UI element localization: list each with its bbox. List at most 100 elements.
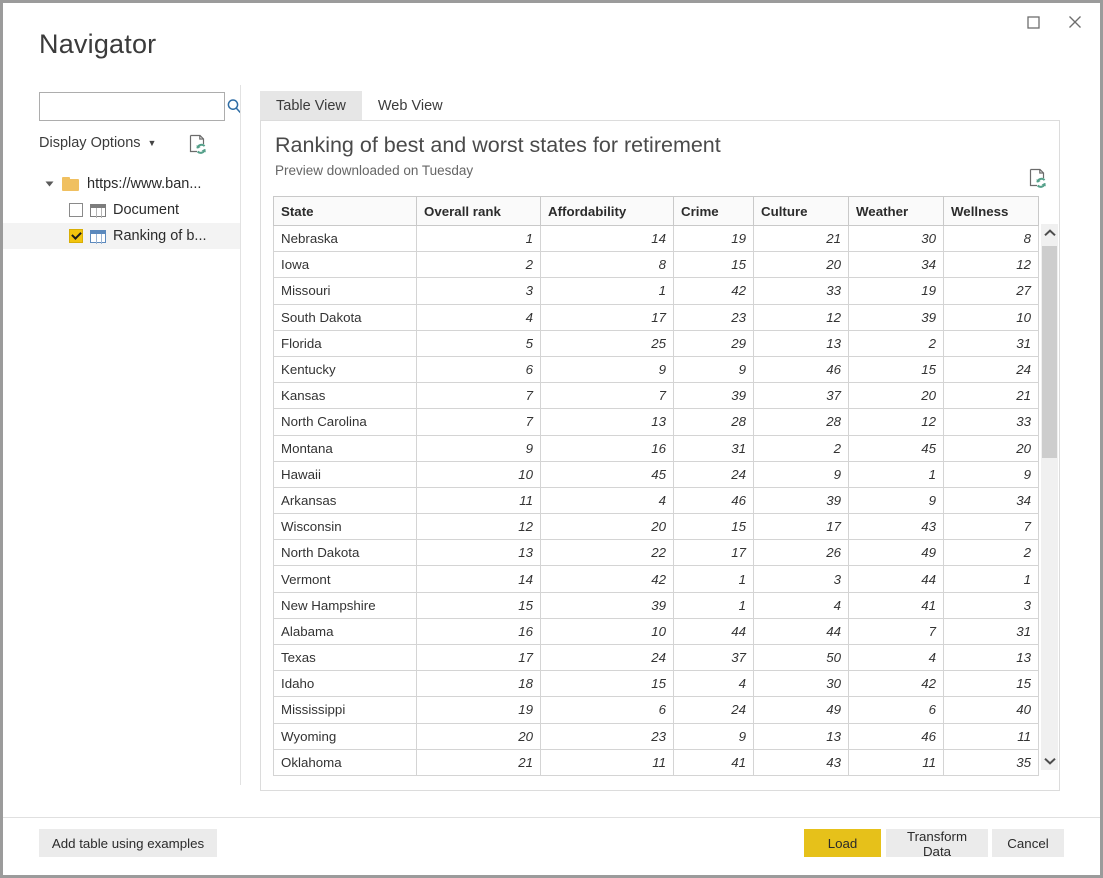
cell-value: 20	[416, 722, 541, 750]
search-box[interactable]	[39, 92, 241, 121]
cell-value: 25	[540, 329, 674, 357]
cell-value: 11	[943, 722, 1039, 750]
table-row[interactable]: South Dakota 4 17 23 12 39 10	[273, 303, 1039, 331]
cell-value: 1	[673, 591, 754, 619]
tab-web-view-label: Web View	[377, 97, 443, 114]
add-table-using-examples-button[interactable]: Add table using examples	[39, 829, 217, 857]
cell-value: 15	[416, 591, 541, 619]
table-row[interactable]: Iowa 2 8 15 20 34 12	[273, 251, 1039, 279]
table-row[interactable]: New Hampshire 15 39 1 4 41 3	[273, 591, 1039, 619]
cell-value: 23	[540, 722, 674, 750]
column-header[interactable]: Weather	[848, 196, 944, 226]
cell-value: 1	[416, 224, 541, 253]
table-row[interactable]: Kansas 7 7 39 37 20 21	[273, 382, 1039, 410]
sidebar-refresh-button[interactable]	[187, 133, 209, 157]
column-header[interactable]: State	[273, 196, 417, 226]
cell-state: North Carolina	[273, 408, 417, 436]
load-button[interactable]: Load	[804, 829, 881, 857]
column-header[interactable]: Culture	[753, 196, 849, 226]
table-row[interactable]: Texas 17 24 37 50 4 13	[273, 643, 1039, 672]
cell-value: 13	[943, 643, 1039, 672]
display-options-label: Display Options	[39, 135, 141, 151]
table-row[interactable]: Montana 9 16 31 2 45 20	[273, 434, 1039, 462]
checkbox-document[interactable]	[69, 203, 83, 217]
cell-state: Idaho	[273, 670, 417, 698]
table-row[interactable]: North Dakota 13 22 17 26 49 2	[273, 539, 1039, 567]
tab-table-view[interactable]: Table View	[260, 91, 362, 120]
cell-value: 44	[848, 565, 944, 593]
display-options-dropdown[interactable]: Display Options ▼	[39, 135, 156, 151]
cell-state: Texas	[273, 643, 417, 672]
close-button[interactable]	[1056, 7, 1094, 37]
cell-value: 41	[848, 591, 944, 619]
table-row[interactable]: Kentucky 6 9 9 46 15 24	[273, 355, 1039, 384]
table-row[interactable]: Alabama 16 10 44 44 7 31	[273, 617, 1039, 646]
cell-value: 7	[416, 408, 541, 436]
tree-root-node[interactable]: https://www.ban...	[3, 171, 240, 197]
cell-value: 31	[673, 434, 754, 462]
table-row[interactable]: Vermont 14 42 1 3 44 1	[273, 565, 1039, 593]
data-table-container: State Overall rank Affordability Crime Cultu…	[273, 196, 1049, 776]
table-row[interactable]: Wisconsin 12 20 15 17 43 7	[273, 513, 1039, 541]
table-row[interactable]: Hawaii 10 45 24 9 1 9	[273, 460, 1039, 488]
cell-state: North Dakota	[273, 539, 417, 567]
sidebar: Display Options ▼ https://www.ban... Doc…	[3, 83, 241, 817]
column-header[interactable]: Overall rank	[416, 196, 541, 226]
table-row[interactable]: Missouri 3 1 42 33 19 27	[273, 277, 1039, 305]
cell-value: 12	[753, 303, 849, 331]
scroll-up-button[interactable]	[1041, 224, 1058, 242]
scrollbar-thumb[interactable]	[1042, 246, 1057, 458]
table-row[interactable]: North Carolina 7 13 28 28 12 33	[273, 408, 1039, 436]
tab-web-view[interactable]: Web View	[362, 91, 459, 120]
cell-state: Kansas	[273, 382, 417, 410]
cell-value: 24	[540, 643, 674, 672]
cell-value: 24	[673, 460, 754, 488]
expander-icon[interactable]	[45, 181, 54, 187]
cell-value: 18	[416, 670, 541, 698]
cell-value: 9	[848, 486, 944, 515]
tree-item-ranking[interactable]: Ranking of b...	[3, 223, 240, 249]
preview-refresh-button[interactable]	[1027, 167, 1049, 191]
table-row[interactable]: Nebraska 1 14 19 21 30 8	[273, 224, 1039, 253]
cell-value: 23	[673, 303, 754, 331]
cell-value: 6	[848, 696, 944, 724]
table-row[interactable]: Wyoming 20 23 9 13 46 11	[273, 722, 1039, 750]
table-body: Nebraska 1 14 19 21 30 8 Iowa 2 8 15 20 34 12 Missouri…	[273, 224, 1039, 776]
cell-value: 15	[848, 355, 944, 384]
table-vertical-scrollbar[interactable]	[1041, 224, 1058, 770]
table-row[interactable]: Arkansas 11 4 46 39 9 34	[273, 486, 1039, 515]
column-header[interactable]: Crime	[673, 196, 754, 226]
cell-value: 28	[753, 408, 849, 436]
cell-value: 17	[540, 303, 674, 331]
transform-data-button[interactable]: Transform Data	[886, 829, 988, 859]
column-header[interactable]: Wellness	[943, 196, 1039, 226]
cell-value: 33	[943, 408, 1039, 436]
chevron-down-icon: ▼	[147, 137, 157, 148]
checkbox-ranking[interactable]	[69, 229, 83, 243]
cell-value: 14	[416, 565, 541, 593]
cell-value: 13	[540, 408, 674, 436]
cell-value: 31	[943, 329, 1039, 357]
cell-value: 4	[673, 670, 754, 698]
cell-value: 24	[673, 696, 754, 724]
table-row[interactable]: Idaho 18 15 4 30 42 15	[273, 670, 1039, 698]
cell-value: 20	[848, 382, 944, 410]
cell-value: 6	[540, 696, 674, 724]
cell-value: 4	[540, 486, 674, 515]
column-header[interactable]: Affordability	[540, 196, 674, 226]
table-row[interactable]: Oklahoma 21 11 41 43 11 35	[273, 748, 1039, 776]
tree-item-document[interactable]: Document	[3, 197, 240, 223]
navigator-dialog: Navigator Display Options ▼ https://www.…	[0, 0, 1103, 878]
search-input[interactable]	[40, 93, 226, 120]
cell-value: 12	[416, 513, 541, 541]
cell-value: 30	[848, 224, 944, 253]
cancel-button[interactable]: Cancel	[992, 829, 1064, 857]
scroll-down-button[interactable]	[1041, 752, 1058, 770]
maximize-button[interactable]	[1014, 7, 1052, 37]
cell-value: 2	[753, 434, 849, 462]
table-row[interactable]: Mississippi 19 6 24 49 6 40	[273, 696, 1039, 724]
table-row[interactable]: Florida 5 25 29 13 2 31	[273, 329, 1039, 357]
maximize-icon	[1026, 15, 1040, 29]
cell-value: 50	[753, 643, 849, 672]
cell-state: Hawaii	[273, 460, 417, 488]
